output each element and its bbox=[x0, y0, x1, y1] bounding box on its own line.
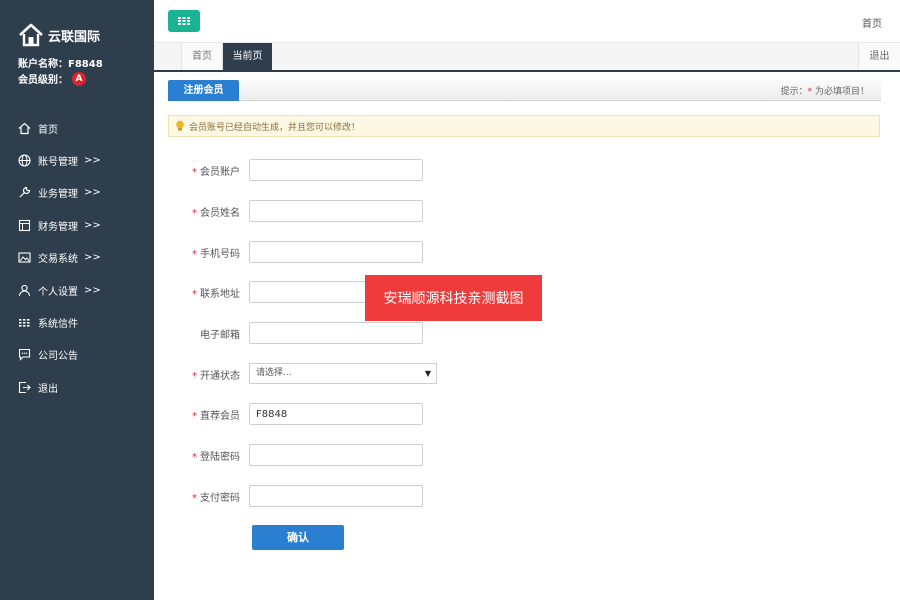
required-tip: 提示：* 为必填项目！ bbox=[781, 84, 869, 97]
member-level-label: 会员级别： bbox=[18, 75, 68, 86]
sidebar-item-label: 业务管理 bbox=[38, 189, 78, 201]
sidebar-item-account-management[interactable]: 账号管理 >> bbox=[0, 144, 154, 176]
sidebar-item-label: 公司公告 bbox=[38, 351, 78, 363]
caret-down-icon: ▼ bbox=[424, 369, 431, 378]
required-mark: * bbox=[192, 289, 197, 300]
account-name: 账户名称：F8848 bbox=[18, 59, 103, 70]
required-mark: * bbox=[192, 411, 197, 422]
required-mark: * bbox=[192, 208, 197, 219]
sidebar-item-arrow: >> bbox=[84, 187, 101, 199]
sidebar-item-logout[interactable]: 退出 bbox=[0, 371, 154, 403]
sidebar-item-arrow: >> bbox=[84, 252, 101, 264]
required-mark: * bbox=[192, 249, 197, 260]
field-label: * 支付密码 bbox=[192, 493, 240, 504]
form-row-activation-status: * 开通状态 请选择... ▼ bbox=[154, 363, 900, 385]
sidebar: 云联国际 账户名称：F8848 会员级别： A 首页 账号管理 >> 业务管理 … bbox=[0, 0, 154, 600]
field-label: * 登陆密码 bbox=[192, 452, 240, 463]
login-password-input[interactable] bbox=[249, 444, 423, 466]
menu-grid-icon bbox=[178, 14, 190, 28]
referrer-input[interactable] bbox=[249, 403, 423, 425]
sidebar-item-label: 账号管理 bbox=[38, 157, 78, 169]
tab-home[interactable]: 首页 bbox=[181, 43, 223, 70]
ledger-icon bbox=[17, 218, 31, 232]
top-bar: 首页 bbox=[154, 0, 900, 43]
form-row-referrer: * 直荐会员 bbox=[154, 403, 900, 425]
tab-current-page[interactable]: 当前页 bbox=[223, 43, 272, 70]
tip-suffix: 为必填项目！ bbox=[812, 87, 869, 97]
top-home-link[interactable]: 首页 bbox=[862, 15, 882, 30]
email-input[interactable] bbox=[249, 322, 423, 344]
sidebar-item-arrow: >> bbox=[84, 284, 101, 296]
field-label: 电子邮箱 bbox=[200, 330, 240, 341]
field-label: * 会员账户 bbox=[192, 167, 240, 178]
phone-input[interactable] bbox=[249, 241, 423, 263]
sidebar-item-label: 财务管理 bbox=[38, 221, 78, 233]
sidebar-item-home[interactable]: 首页 bbox=[0, 112, 154, 144]
notice-bar: 会员账号已经自动生成，并且您可以修改！ bbox=[168, 115, 880, 137]
lightbulb-icon bbox=[175, 120, 185, 132]
member-account-input[interactable] bbox=[249, 159, 423, 181]
form-row-member-account: * 会员账户 bbox=[154, 159, 900, 181]
form-row-email: 电子邮箱 bbox=[154, 322, 900, 344]
sidebar-item-label: 个人设置 bbox=[38, 286, 78, 298]
field-label: * 会员姓名 bbox=[192, 208, 240, 219]
sidebar-item-label: 系统信件 bbox=[38, 319, 78, 331]
section-header: 注册会员 提示：* 为必填项目！ bbox=[168, 80, 881, 101]
main-content: 注册会员 提示：* 为必填项目！ 会员账号已经自动生成，并且您可以修改！ * 会员… bbox=[154, 72, 900, 600]
tab-logout[interactable]: 退出 bbox=[858, 43, 900, 70]
picture-icon bbox=[17, 251, 31, 265]
brand-name: 云联国际 bbox=[48, 29, 101, 45]
payment-password-input[interactable] bbox=[249, 485, 423, 507]
member-name-input[interactable] bbox=[249, 200, 423, 222]
field-label: * 开通状态 bbox=[192, 371, 240, 382]
sidebar-item-trading-system[interactable]: 交易系统 >> bbox=[0, 242, 154, 274]
sidebar-item-system-messages[interactable]: 系统信件 bbox=[0, 306, 154, 338]
sidebar-menu: 首页 账号管理 >> 业务管理 >> 财务管理 >> 交易系统 >> 个人设置 … bbox=[0, 112, 154, 404]
tip-prefix: 提示： bbox=[780, 87, 808, 97]
required-mark: * bbox=[192, 167, 197, 178]
notice-text: 会员账号已经自动生成，并且您可以修改！ bbox=[189, 122, 361, 133]
sidebar-item-personal-settings[interactable]: 个人设置 >> bbox=[0, 274, 154, 306]
grid-icon bbox=[17, 316, 31, 330]
form-row-phone: * 手机号码 bbox=[154, 241, 900, 263]
member-level-badge: A bbox=[72, 71, 86, 86]
sidebar-item-finance-management[interactable]: 财务管理 >> bbox=[0, 209, 154, 241]
sidebar-item-label: 交易系统 bbox=[38, 254, 78, 266]
sidebar-item-label: 退出 bbox=[38, 383, 58, 395]
user-icon bbox=[17, 283, 31, 297]
section-title: 注册会员 bbox=[168, 80, 239, 101]
sidebar-item-arrow: >> bbox=[84, 219, 101, 231]
sidebar-item-arrow: >> bbox=[84, 155, 101, 167]
brand: 云联国际 bbox=[18, 22, 100, 48]
select-value: 请选择... bbox=[256, 368, 292, 378]
member-level: 会员级别： A bbox=[18, 71, 86, 86]
sidebar-item-company-announcements[interactable]: 公司公告 bbox=[0, 339, 154, 371]
wrench-icon bbox=[17, 186, 31, 200]
field-label: * 直荐会员 bbox=[192, 411, 240, 422]
required-mark: * bbox=[192, 452, 197, 463]
chat-icon bbox=[17, 348, 31, 362]
field-label: * 手机号码 bbox=[192, 249, 240, 260]
confirm-button[interactable]: 确认 bbox=[252, 525, 344, 550]
house-logo-icon bbox=[18, 22, 44, 48]
field-label: * 联系地址 bbox=[192, 289, 240, 300]
sidebar-item-business-management[interactable]: 业务管理 >> bbox=[0, 177, 154, 209]
activation-status-select[interactable]: 请选择... ▼ bbox=[249, 363, 437, 384]
globe-icon bbox=[17, 154, 31, 168]
form-row-member-name: * 会员姓名 bbox=[154, 200, 900, 222]
form-row-login-password: * 登陆密码 bbox=[154, 444, 900, 466]
menu-toggle-button[interactable] bbox=[168, 10, 200, 32]
required-mark: * bbox=[192, 371, 197, 382]
form-row-payment-password: * 支付密码 bbox=[154, 485, 900, 507]
screenshot-watermark: 安瑞顺源科技亲测截图 bbox=[365, 275, 542, 321]
required-mark: * bbox=[192, 493, 197, 504]
sidebar-item-label: 首页 bbox=[38, 124, 58, 136]
home-icon bbox=[17, 121, 31, 135]
page-tabs: 首页 当前页 退出 bbox=[154, 43, 900, 72]
logout-icon bbox=[17, 380, 31, 394]
